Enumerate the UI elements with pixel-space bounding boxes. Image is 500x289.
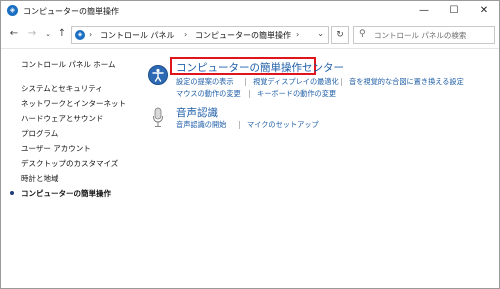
control-panel-window: ◈ コンピューターの簡単操作 — ☐ ✕ ← → ⌄ ↑ ◈ › コントロール … xyxy=(0,0,500,289)
search-icon: ⚲ xyxy=(359,29,366,39)
ease-of-access-center-link[interactable]: コンピューターの簡単操作センター xyxy=(176,60,344,75)
breadcrumb-chevron-icon[interactable]: › xyxy=(89,30,92,39)
link-recommended-settings[interactable]: 設定の提案の表示 xyxy=(176,77,234,87)
link-separator xyxy=(341,78,342,86)
up-arrow-icon[interactable]: ↑ xyxy=(55,27,69,41)
search-placeholder: コントロール パネルの検索 xyxy=(374,31,467,40)
forward-arrow-icon[interactable]: → xyxy=(25,27,39,41)
link-separator xyxy=(245,78,246,86)
sidebar-item-personalization[interactable]: デスクトップのカスタマイズ xyxy=(21,158,118,169)
sidebar-item-clock-region[interactable]: 時計と地域 xyxy=(21,173,59,184)
control-panel-icon: ◈ xyxy=(75,30,85,40)
navigation-bar: ← → ⌄ ↑ ◈ › コントロール パネル › コンピューターの簡単操作 › … xyxy=(1,23,499,47)
breadcrumb-ease-of-access[interactable]: コンピューターの簡単操作 xyxy=(195,30,291,41)
window-title: コンピューターの簡単操作 xyxy=(23,7,119,16)
breadcrumb-control-panel[interactable]: コントロール パネル xyxy=(100,30,175,41)
sidebar-item-network-internet[interactable]: ネットワークとインターネット xyxy=(21,98,126,109)
minimize-button[interactable]: — xyxy=(409,1,439,21)
link-separator xyxy=(239,121,240,129)
current-page-bullet xyxy=(10,191,14,195)
microphone-symbol-icon xyxy=(153,107,163,127)
back-arrow-icon[interactable]: ← xyxy=(7,27,21,41)
breadcrumb-chevron-icon[interactable]: › xyxy=(184,30,187,39)
sidebar-item-programs[interactable]: プログラム xyxy=(21,128,58,139)
sidebar-item-system-security[interactable]: システムとセキュリティ xyxy=(21,83,103,94)
link-set-up-microphone[interactable]: マイクのセットアップ xyxy=(247,120,319,130)
speech-recognition-link[interactable]: 音声認識 xyxy=(176,105,218,120)
address-dropdown-icon[interactable]: ⌄ xyxy=(317,29,324,38)
refresh-button[interactable]: ↻ xyxy=(331,26,349,44)
close-button[interactable]: ✕ xyxy=(469,1,499,21)
control-panel-icon: ◈ xyxy=(7,5,18,16)
divider xyxy=(1,48,499,49)
title-bar: ◈ コンピューターの簡単操作 — ☐ ✕ xyxy=(1,1,499,21)
breadcrumb-chevron-icon[interactable]: › xyxy=(296,30,299,39)
recent-locations-chevron-icon[interactable]: ⌄ xyxy=(41,27,55,41)
sidebar-item-user-accounts[interactable]: ユーザー アカウント xyxy=(21,143,91,154)
link-replace-sounds-visual-cues[interactable]: 音を視覚的な合図に置き換える設定 xyxy=(349,77,464,87)
link-start-speech-recognition[interactable]: 音声認識の開始 xyxy=(176,120,226,130)
sidebar-item-ease-of-access: コンピューターの簡単操作 xyxy=(21,189,111,198)
link-change-mouse[interactable]: マウスの動作の変更 xyxy=(176,89,241,99)
sidebar-control-panel-home[interactable]: コントロール パネル ホーム xyxy=(21,59,116,70)
link-change-keyboard[interactable]: キーボードの動作の変更 xyxy=(257,89,336,99)
sidebar-item-hardware-sound[interactable]: ハードウェアとサウンド xyxy=(21,113,103,124)
ease-of-access-symbol-icon xyxy=(152,68,164,82)
microphone-icon[interactable] xyxy=(152,107,164,129)
address-bar[interactable]: ◈ › コントロール パネル › コンピューターの簡単操作 › ⌄ xyxy=(71,26,329,44)
link-separator xyxy=(249,90,250,98)
ease-of-access-icon[interactable] xyxy=(148,65,168,85)
search-box[interactable]: ⚲ コントロール パネルの検索 xyxy=(353,26,495,44)
maximize-button[interactable]: ☐ xyxy=(439,1,469,21)
link-optimize-visual-display[interactable]: 視覚ディスプレイの最適化 xyxy=(253,77,339,87)
